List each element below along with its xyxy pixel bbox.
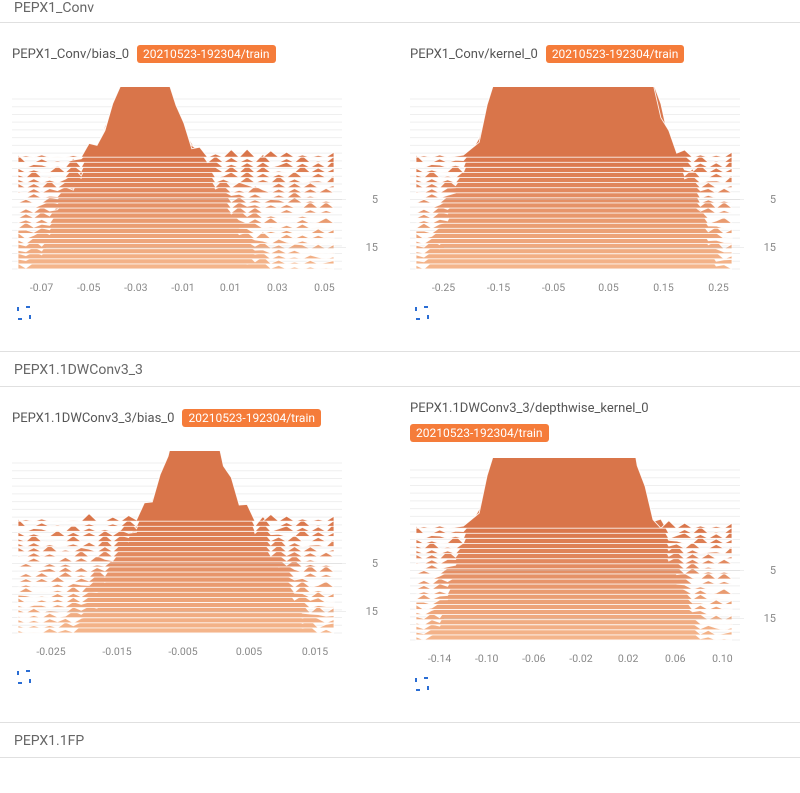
x-tick-label: -0.01	[159, 281, 206, 297]
x-tick-label: 0.15	[636, 281, 691, 297]
x-axis: -0.25-0.15-0.050.050.150.25	[416, 281, 746, 297]
x-tick-label: 0.06	[652, 652, 699, 668]
card-header: PEPX1_Conv/kernel_0 20210523-192304/trai…	[410, 37, 788, 71]
chart-row: PEPX1.1DWConv3_3/bias_0 20210523-192304/…	[0, 387, 800, 722]
chart-canvas[interactable]: 5 15 -0.025-0.015-0.0050.0050.015	[12, 441, 390, 661]
histogram-card: PEPX1.1DWConv3_3/depthwise_kernel_0 2021…	[404, 401, 794, 692]
y-tick-label: 5	[372, 557, 382, 570]
y-tick-label: 5	[770, 193, 780, 206]
run-badge[interactable]: 20210523-192304/train	[137, 45, 276, 63]
chart-canvas[interactable]: 5 15 -0.07-0.05-0.03-0.010.010.030.05	[12, 77, 390, 297]
section-title: PEPX1.1FP	[14, 733, 84, 749]
x-tick-label: 0.25	[691, 281, 746, 297]
ridge-plot-svg	[12, 87, 342, 277]
histogram-card: PEPX1_Conv/bias_0 20210523-192304/train …	[6, 37, 396, 321]
x-tick-label: 0.01	[207, 281, 254, 297]
y-tick-label: 15	[366, 241, 382, 254]
fullscreen-icon[interactable]	[16, 669, 32, 685]
run-badge[interactable]: 20210523-192304/train	[546, 45, 685, 63]
x-tick-label: 0.02	[605, 652, 652, 668]
x-tick-label: -0.15	[471, 281, 526, 297]
fullscreen-icon[interactable]	[16, 305, 32, 321]
x-tick-label: -0.005	[150, 645, 216, 661]
x-axis: -0.07-0.05-0.03-0.010.010.030.05	[18, 281, 348, 297]
card-header: PEPX1.1DWConv3_3/depthwise_kernel_0 2021…	[410, 401, 788, 442]
section-title: PEPX1.1DWConv3_3	[14, 362, 143, 378]
ridge-plot-svg	[12, 451, 342, 641]
chart-title: PEPX1_Conv/kernel_0	[410, 47, 538, 62]
x-tick-label: -0.015	[84, 645, 150, 661]
chart-title: PEPX1.1DWConv3_3/bias_0	[12, 411, 174, 426]
chart-canvas[interactable]: 5 15 -0.25-0.15-0.050.050.150.25	[410, 77, 788, 297]
chart-title: PEPX1_Conv/bias_0	[12, 47, 129, 62]
x-tick-label: -0.025	[18, 645, 84, 661]
card-header: PEPX1.1DWConv3_3/bias_0 20210523-192304/…	[12, 401, 390, 435]
x-tick-label: -0.14	[416, 652, 463, 668]
histogram-card: PEPX1_Conv/kernel_0 20210523-192304/trai…	[404, 37, 794, 321]
chart-canvas[interactable]: 5 15 -0.14-0.10-0.06-0.020.020.060.10	[410, 448, 788, 668]
x-tick-label: -0.05	[526, 281, 581, 297]
x-axis: -0.14-0.10-0.06-0.020.020.060.10	[416, 652, 746, 668]
y-tick-label: 15	[764, 612, 780, 625]
x-tick-label: 0.05	[581, 281, 636, 297]
card-header: PEPX1_Conv/bias_0 20210523-192304/train	[12, 37, 390, 71]
x-tick-label: 0.05	[301, 281, 348, 297]
x-tick-label: -0.02	[557, 652, 604, 668]
x-tick-label: 0.015	[282, 645, 348, 661]
x-tick-label: 0.03	[254, 281, 301, 297]
x-tick-label: -0.10	[463, 652, 510, 668]
y-axis: 5 15	[344, 77, 382, 277]
y-tick-label: 15	[366, 605, 382, 618]
section-header[interactable]: PEPX1_Conv	[0, 0, 800, 23]
y-tick-label: 5	[372, 193, 382, 206]
ridge-plot-svg	[410, 87, 740, 277]
x-tick-label: -0.05	[65, 281, 112, 297]
x-axis: -0.025-0.015-0.0050.0050.015	[18, 645, 348, 661]
x-tick-label: 0.005	[216, 645, 282, 661]
y-axis: 5 15	[742, 448, 780, 648]
chart-row: PEPX1_Conv/bias_0 20210523-192304/train …	[0, 23, 800, 351]
histogram-card: PEPX1.1DWConv3_3/bias_0 20210523-192304/…	[6, 401, 396, 692]
y-axis: 5 15	[344, 441, 382, 641]
section-title: PEPX1_Conv	[14, 0, 94, 16]
ridge-plot-svg	[410, 458, 740, 648]
y-tick-label: 5	[770, 564, 780, 577]
fullscreen-icon[interactable]	[414, 305, 430, 321]
x-tick-label: 0.10	[699, 652, 746, 668]
section-header[interactable]: PEPX1.1DWConv3_3	[0, 351, 800, 387]
x-tick-label: -0.07	[18, 281, 65, 297]
x-tick-label: -0.03	[112, 281, 159, 297]
chart-title: PEPX1.1DWConv3_3/depthwise_kernel_0	[410, 401, 649, 416]
fullscreen-icon[interactable]	[414, 676, 430, 692]
y-tick-label: 15	[764, 241, 780, 254]
x-tick-label: -0.06	[510, 652, 557, 668]
run-badge[interactable]: 20210523-192304/train	[182, 409, 321, 427]
x-tick-label: -0.25	[416, 281, 471, 297]
run-badge[interactable]: 20210523-192304/train	[410, 424, 549, 442]
section-header[interactable]: PEPX1.1FP	[0, 722, 800, 758]
y-axis: 5 15	[742, 77, 780, 277]
